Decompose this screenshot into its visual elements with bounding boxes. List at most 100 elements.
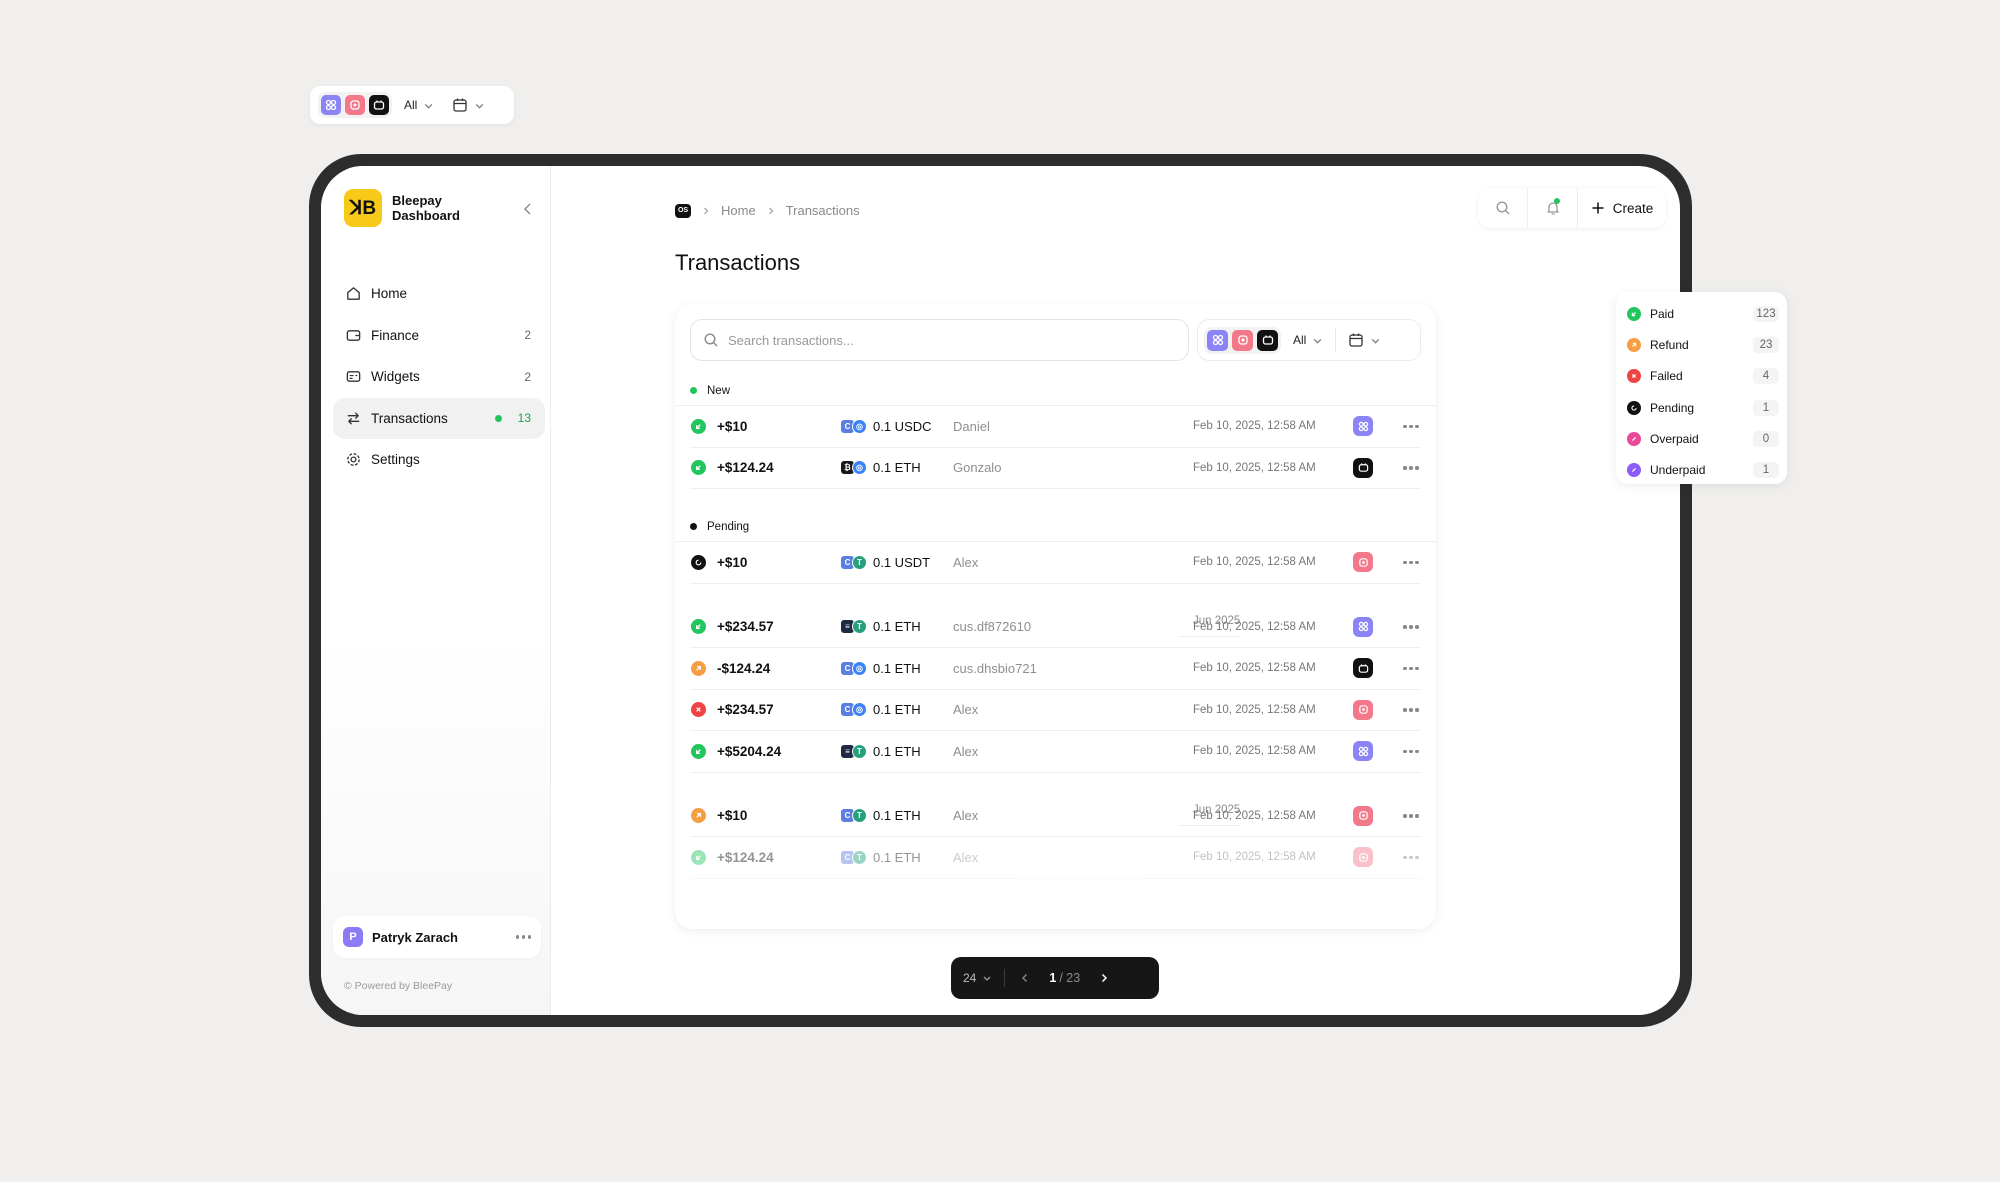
- paid-status-icon: [691, 849, 706, 865]
- group-title: Pending: [707, 520, 750, 533]
- table-row[interactable]: +$10 C T 0.1 ETH Alex Feb 10, 2025, 12:58 AM: [690, 796, 1421, 837]
- sidebar-item-count: 2: [524, 369, 531, 384]
- legend-item-overpaid[interactable]: Overpaid 0: [1626, 423, 1779, 454]
- more-icon[interactable]: [1403, 666, 1419, 670]
- coin-amount: 0.1 ETH: [873, 743, 921, 759]
- sidebar-item-widgets[interactable]: Widgets 2: [333, 356, 545, 397]
- table-row[interactable]: +$124.24 C T 0.1 ETH Alex Feb 10, 2025, 12:58…: [690, 837, 1421, 879]
- group-header: New: [675, 376, 1436, 406]
- customer-name: Alex: [953, 743, 979, 759]
- transaction-amount: +$5204.24: [717, 743, 782, 759]
- transaction-amount: -$124.24: [717, 660, 771, 676]
- app-filter-purple-icon[interactable]: [1207, 329, 1228, 351]
- sidebar-item-label: Transactions: [371, 410, 448, 426]
- status-dropdown-label: All: [404, 98, 418, 112]
- notifications-button[interactable]: [1528, 188, 1578, 228]
- table-row[interactable]: +$10 C T 0.1 USDT Alex Feb 10, 2025, 12:58 AM: [690, 542, 1421, 584]
- more-icon[interactable]: [1403, 749, 1419, 753]
- date-dropdown[interactable]: [1342, 332, 1387, 348]
- collapse-sidebar-icon[interactable]: [521, 202, 535, 216]
- underpaid-status-icon: [1627, 463, 1641, 478]
- user-card[interactable]: P Patryk Zarach: [333, 916, 541, 958]
- more-icon[interactable]: [1403, 466, 1419, 470]
- more-icon[interactable]: [1403, 560, 1419, 564]
- transaction-date: Feb 10, 2025, 12:58 AM: [1193, 662, 1316, 675]
- table-row[interactable]: +$234.57 ≡ T 0.1 ETH cus.df872610 Feb 10, 202…: [690, 607, 1421, 648]
- sidebar-item-home[interactable]: Home: [333, 273, 545, 314]
- legend-item-paid[interactable]: Paid 123: [1626, 298, 1779, 329]
- page-size-select[interactable]: 24: [963, 971, 992, 985]
- transaction-date: Feb 10, 2025, 12:58 AM: [1193, 420, 1316, 433]
- table-row[interactable]: -$124.24 C ◎ 0.1 ETH cus.dhsbio721 Feb 10, 20…: [690, 648, 1421, 690]
- next-page-button[interactable]: [1096, 970, 1112, 986]
- legend-item-pending[interactable]: Pending 1: [1626, 392, 1779, 423]
- legend-label: Overpaid: [1650, 431, 1699, 446]
- legend-label: Underpaid: [1650, 463, 1706, 478]
- transaction-date: Feb 10, 2025, 12:58 AM: [1193, 620, 1316, 633]
- status-dot: [494, 414, 502, 422]
- more-icon[interactable]: [1403, 814, 1419, 818]
- table-row[interactable]: +$5204.24 ≡ T 0.1 ETH Alex Feb 10, 2025, 12:5…: [690, 731, 1421, 773]
- more-icon[interactable]: [1403, 855, 1419, 859]
- app-filter-purple-icon[interactable]: [321, 95, 341, 115]
- search-field[interactable]: [690, 319, 1189, 361]
- transaction-amount: +$234.57: [717, 619, 774, 635]
- legend-item-underpaid[interactable]: Underpaid 1: [1626, 454, 1779, 485]
- app-filter-black-icon[interactable]: [369, 95, 389, 115]
- table-row[interactable]: +$234.57 C ◎ 0.1 ETH Alex Feb 10, 2025, 12:58…: [690, 690, 1421, 731]
- coin-icon: T: [852, 743, 867, 759]
- legend-count: 123: [1753, 305, 1779, 322]
- legend-label: Failed: [1650, 369, 1683, 384]
- chevron-down-icon: [983, 976, 991, 981]
- coin-amount: 0.1 ETH: [873, 619, 921, 635]
- more-icon[interactable]: [1403, 708, 1419, 712]
- transaction-date: Feb 10, 2025, 12:58 AM: [1193, 809, 1316, 822]
- os-badge-icon[interactable]: OS: [675, 203, 691, 218]
- breadcrumb-home[interactable]: Home: [721, 203, 756, 218]
- sidebar-item-settings[interactable]: Settings: [333, 439, 545, 480]
- coin-pair: C ◎ 0.1 USDC: [840, 418, 932, 434]
- chevron-down-icon: [1314, 338, 1322, 344]
- transaction-date: Feb 10, 2025, 12:58 AM: [1193, 556, 1316, 569]
- page-size-value: 24: [963, 971, 977, 985]
- prev-page-button[interactable]: [1017, 970, 1033, 986]
- search-input[interactable]: [728, 332, 1176, 348]
- sidebar-item-transactions[interactable]: Transactions 13: [333, 397, 545, 439]
- app-filter-pink-icon[interactable]: [345, 95, 365, 115]
- more-icon[interactable]: [1403, 625, 1419, 629]
- pending-status-icon: [691, 554, 706, 570]
- date-dropdown[interactable]: [446, 97, 491, 113]
- coin-icon: T: [852, 619, 867, 635]
- sidebar-item-finance[interactable]: Finance 2: [333, 315, 545, 356]
- coin-icon: ◎: [852, 460, 867, 476]
- coin-pair: C T 0.1 ETH: [840, 808, 921, 824]
- more-icon[interactable]: [1403, 424, 1419, 428]
- status-legend: Paid 123 Refund 23 Failed 4 Pending 1 Overpaid 0 U…: [1616, 292, 1787, 484]
- legend-label: Refund: [1650, 337, 1689, 352]
- coin-icon: ◎: [852, 418, 867, 434]
- app-filter-pink-icon[interactable]: [1232, 329, 1253, 351]
- group-status-dot: [690, 387, 697, 394]
- paid-status-icon: [691, 460, 706, 476]
- breadcrumb-current[interactable]: Transactions: [786, 203, 860, 218]
- legend-item-failed[interactable]: Failed 4: [1626, 361, 1779, 392]
- status-dropdown[interactable]: All: [1287, 333, 1329, 347]
- app-purple-icon: [1353, 741, 1373, 762]
- coin-amount: 0.1 ETH: [873, 460, 921, 476]
- status-dropdown[interactable]: All: [398, 98, 440, 112]
- coin-icon: T: [852, 849, 867, 865]
- legend-item-refund[interactable]: Refund 23: [1626, 329, 1779, 360]
- transactions-filter-bar: All: [1197, 319, 1421, 361]
- create-button[interactable]: Create: [1578, 201, 1666, 216]
- app-black-icon: [1353, 658, 1373, 679]
- app-filter-black-icon[interactable]: [1257, 329, 1278, 351]
- table-row[interactable]: +$10 C ◎ 0.1 USDC Daniel Feb 10, 2025, 12:58 …: [690, 406, 1421, 448]
- wallet-icon: [346, 329, 361, 341]
- search-button[interactable]: [1478, 188, 1528, 228]
- chevron-right-icon: [704, 207, 709, 214]
- coin-pair: ≡ T 0.1 ETH: [840, 743, 921, 759]
- table-row[interactable]: +$124.24 ₿ ◎ 0.1 ETH Gonzalo Feb 10, 2025, 12…: [690, 448, 1421, 489]
- coin-amount: 0.1 ETH: [873, 808, 921, 824]
- more-icon[interactable]: [515, 935, 531, 939]
